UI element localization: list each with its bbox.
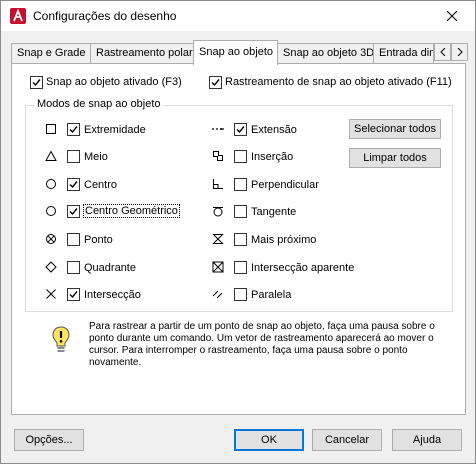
help-button[interactable]: Ajuda xyxy=(392,429,462,451)
midpoint-label: Meio xyxy=(84,151,108,163)
chevron-left-icon xyxy=(439,48,445,56)
cancel-button[interactable]: Cancelar xyxy=(312,429,382,451)
tab-polar-tracking[interactable]: Rastreamento polar xyxy=(90,43,194,63)
node-point-icon xyxy=(46,234,56,244)
point-label: Ponto xyxy=(84,234,113,246)
apparent-intersection-label: Intersecção aparente xyxy=(251,262,355,274)
perpendicular-icon xyxy=(213,179,223,189)
apparent-intersection-checkbox[interactable] xyxy=(234,261,247,274)
checkmark-icon xyxy=(69,181,78,189)
title-bar: Configurações do desenho xyxy=(1,1,475,31)
x-intersection-icon xyxy=(46,289,56,299)
tab-label: Snap ao objeto 3D xyxy=(283,47,374,59)
tangent-icon xyxy=(213,207,223,217)
checkmark-icon xyxy=(211,79,220,87)
close-button[interactable] xyxy=(429,1,475,30)
tab-object-snap-3d[interactable]: Snap ao objeto 3D xyxy=(277,43,374,63)
snap-on-label: Snap ao objeto ativado (F3) xyxy=(46,76,182,88)
circle-center-icon xyxy=(46,179,56,189)
options-button[interactable]: Opções... xyxy=(14,429,84,451)
intersection-label: Intersecção xyxy=(84,289,141,301)
lightbulb-icon xyxy=(52,326,70,352)
square-endpoint-icon xyxy=(46,124,56,134)
tab-strip: Snap e Grade Rastreamento polar Snap ao … xyxy=(11,40,468,65)
insertion-icon xyxy=(213,151,223,161)
select-all-button[interactable]: Selecionar todos xyxy=(349,119,441,139)
geometric-center-checkbox[interactable] xyxy=(67,205,80,218)
tab-label: Rastreamento polar xyxy=(96,47,193,59)
close-icon xyxy=(447,10,457,21)
tangent-label: Tangente xyxy=(251,206,297,218)
checkmark-icon xyxy=(236,126,245,134)
tab-label: Snap ao objeto xyxy=(199,46,274,58)
tab-object-snap[interactable]: Snap ao objeto xyxy=(193,40,278,65)
diamond-quadrant-icon xyxy=(45,261,57,273)
tab-label: Snap e Grade xyxy=(17,47,86,59)
nearest-label: Mais próximo xyxy=(251,234,317,246)
clear-all-button[interactable]: Limpar todos xyxy=(349,148,441,168)
triangle-midpoint-icon xyxy=(45,150,57,161)
intersection-checkbox[interactable] xyxy=(67,288,80,301)
perpendicular-label: Perpendicular xyxy=(251,179,319,191)
center-label: Centro xyxy=(84,179,118,191)
dialog-title: Configurações do desenho xyxy=(33,9,177,23)
extension-checkbox[interactable] xyxy=(234,123,247,136)
extension-label: Extensão xyxy=(251,124,297,136)
insertion-checkbox[interactable] xyxy=(234,150,247,163)
drawing-settings-dialog: Configurações do desenho Snap e Grade Ra… xyxy=(0,0,476,464)
midpoint-checkbox[interactable] xyxy=(67,150,80,163)
quadrant-checkbox[interactable] xyxy=(67,261,80,274)
checkmark-icon xyxy=(69,208,78,216)
insertion-label: Inserção xyxy=(251,151,294,163)
parallel-icon xyxy=(212,290,223,299)
ok-button[interactable]: OK xyxy=(234,429,304,451)
nearest-checkbox[interactable] xyxy=(234,233,247,246)
snap-modes-group-title: Modos de snap ao objeto xyxy=(35,98,163,110)
geometric-center-label: Centro Geométrico xyxy=(83,204,180,218)
tab-label: Entrada din xyxy=(379,47,434,59)
hourglass-nearest-icon xyxy=(212,234,224,244)
snap-on-checkbox[interactable] xyxy=(30,76,43,89)
circle-geometric-center-icon xyxy=(46,206,56,216)
checkmark-icon xyxy=(69,291,78,299)
parallel-label: Paralela xyxy=(251,289,292,301)
tab-scroll-left-button[interactable] xyxy=(434,43,451,61)
boxed-x-apparent-intersection-icon xyxy=(212,261,224,273)
perpendicular-checkbox[interactable] xyxy=(234,178,247,191)
autocad-app-icon xyxy=(10,8,26,24)
checkmark-icon xyxy=(32,79,41,87)
quadrant-label: Quadrante xyxy=(84,262,136,274)
center-checkbox[interactable] xyxy=(67,178,80,191)
tab-dynamic-input[interactable]: Entrada din xyxy=(373,43,434,63)
tracking-info-text: Para rastrear a partir de um ponto de sn… xyxy=(89,321,435,368)
endpoint-label: Extremidade xyxy=(84,124,146,136)
endpoint-checkbox[interactable] xyxy=(67,123,80,136)
tracking-on-checkbox[interactable] xyxy=(209,76,222,89)
tracking-on-label: Rastreamento de snap ao objeto ativado (… xyxy=(225,76,452,88)
tangent-checkbox[interactable] xyxy=(234,205,247,218)
chevron-right-icon xyxy=(457,48,463,56)
dashed-extension-icon xyxy=(212,128,224,130)
tab-scroll-right-button[interactable] xyxy=(451,43,468,61)
tab-snap-grade[interactable]: Snap e Grade xyxy=(11,43,91,63)
point-checkbox[interactable] xyxy=(67,233,80,246)
parallel-checkbox[interactable] xyxy=(234,288,247,301)
checkmark-icon xyxy=(69,126,78,134)
